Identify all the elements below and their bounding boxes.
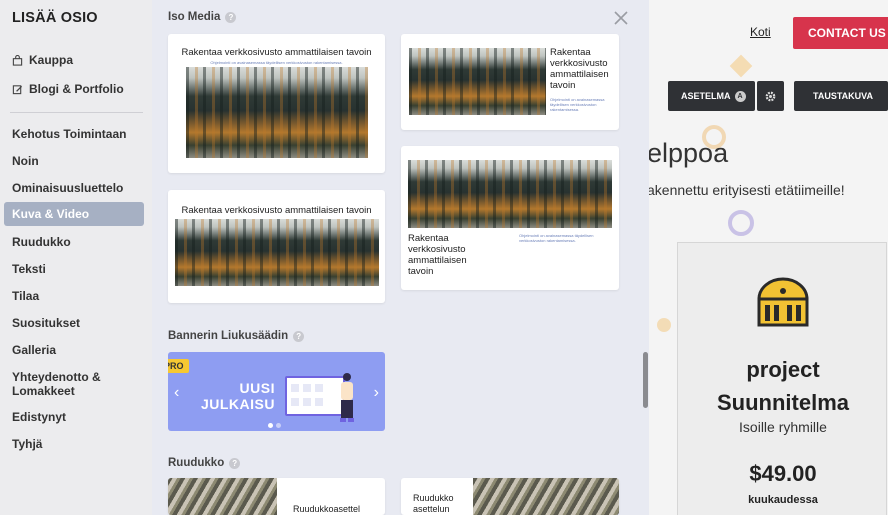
settings-button[interactable]	[757, 81, 784, 111]
sidebar-item-kauppa[interactable]: Kauppa	[12, 53, 73, 67]
grid-image	[168, 478, 277, 515]
template-card-grid-2[interactable]: Ruudukko asettelun	[401, 478, 619, 515]
shopping-bag-icon	[12, 54, 23, 66]
sidebar-item-suositukset[interactable]: Suositukset	[4, 316, 144, 330]
card-subtext: Ohjelmointi on avainasemassa täydellisen…	[550, 97, 605, 112]
slider-dots	[268, 423, 281, 428]
site-preview: Koti CONTACT US ASETELMA A TAUSTAKUVA el…	[649, 0, 888, 515]
sidebar-title: LISÄÄ OSIO	[12, 10, 98, 26]
grid-image	[473, 478, 619, 515]
forest-image	[186, 67, 368, 158]
template-card-media-1[interactable]: Rakentaa verkkosivusto ammattilaisen tav…	[168, 34, 385, 173]
banner-slider-template[interactable]: PRO ‹ UUSI JULKAISU ›	[168, 352, 385, 431]
help-icon[interactable]: ?	[225, 11, 237, 23]
decor-dot	[657, 318, 671, 332]
category-label: Edistynyt	[12, 410, 67, 424]
sidebar-item-ruudukko[interactable]: Ruudukko	[4, 235, 144, 249]
banner-text: UUSI JULKAISU	[200, 380, 275, 412]
section-header-ruudukko: Ruudukko ?	[168, 457, 241, 469]
template-card-media-3[interactable]: Rakentaa verkkosivusto ammattilaisen tav…	[168, 190, 385, 303]
slider-next-icon[interactable]: ›	[374, 384, 379, 402]
sidebar-item-tilaa[interactable]: Tilaa	[4, 289, 144, 303]
sidebar-item-ominaisuusluettelo[interactable]: Ominaisuusluettelo	[4, 181, 144, 195]
add-section-sidebar: LISÄÄ OSIO Kauppa Blogi & Portfolio Keho…	[0, 0, 152, 515]
sidebar-item-label: Kauppa	[29, 53, 74, 67]
category-label: Suositukset	[12, 316, 81, 330]
category-label: Ruudukko	[12, 235, 71, 249]
section-title: Iso Media	[168, 11, 221, 23]
section-header-banner: Bannerin Liukusäädin ?	[168, 330, 305, 342]
card-subtext: Ohjelmointi on avainasemassa täydellisen…	[519, 233, 594, 243]
plan-subtitle: Isoille ryhmille	[739, 419, 827, 435]
pro-badge: PRO	[168, 359, 189, 373]
forest-image	[409, 48, 546, 115]
category-label: Kehotus Toimintaan	[12, 127, 127, 141]
sidebar-item-teksti[interactable]: Teksti	[4, 262, 144, 276]
sidebar-item-blogi[interactable]: Blogi & Portfolio	[12, 82, 124, 96]
section-title: Bannerin Liukusäädin	[168, 330, 289, 342]
card-heading: Rakentaa verkkosivusto ammattilaisen tav…	[181, 47, 372, 58]
decor-diamond	[729, 54, 753, 78]
category-label: Noin	[12, 154, 39, 168]
sidebar-item-noin[interactable]: Noin	[4, 154, 144, 168]
layout-badge: A	[734, 90, 746, 102]
category-label: Tyhjä	[12, 437, 43, 451]
card-subtext: Ohjelmointi on avainasemassa täydellisen…	[210, 60, 343, 65]
building-icon	[757, 277, 809, 327]
layout-button-label: ASETELMA	[681, 91, 731, 101]
category-label: Ominaisuusluettelo	[12, 181, 124, 195]
plan-price: $49.00	[749, 461, 817, 486]
card-heading: Rakentaa verkkosivusto ammattilaisen tav…	[408, 233, 467, 277]
template-card-media-4[interactable]: Rakentaa verkkosivusto ammattilaisen tav…	[401, 146, 619, 290]
help-icon[interactable]: ?	[229, 457, 241, 469]
grid-label: Ruudukkoasettel	[293, 504, 361, 514]
sidebar-item-edistynyt[interactable]: Edistynyt	[4, 410, 144, 424]
forest-image	[175, 219, 379, 286]
sidebar-item-tyhja[interactable]: Tyhjä	[4, 437, 144, 451]
decor-circle	[728, 210, 754, 236]
sidebar-item-galleria[interactable]: Galleria	[4, 343, 144, 357]
hero-headline: elppoa	[649, 138, 729, 168]
person-illustration-icon	[340, 373, 354, 422]
category-label: Yhteydenotto & Lomakkeet	[12, 370, 101, 398]
edit-icon	[12, 84, 23, 94]
slider-prev-icon[interactable]: ‹	[174, 384, 179, 402]
plan-title: project Suunnitelma	[716, 357, 849, 415]
category-label: Tilaa	[12, 289, 40, 303]
template-card-media-2[interactable]: Rakentaa verkkosivusto ammattilaisen tav…	[401, 34, 619, 130]
gear-icon	[765, 91, 776, 101]
card-heading: Rakentaa verkkosivusto ammattilaisen tav…	[181, 205, 372, 216]
contact-us-button[interactable]: CONTACT US	[793, 17, 888, 49]
forest-image	[408, 160, 612, 228]
plan-period: kuukaudessa	[748, 494, 818, 506]
category-label: Galleria	[12, 343, 57, 357]
background-button-label: TAUSTAKUVA	[813, 91, 873, 101]
background-image-button[interactable]: TAUSTAKUVA	[794, 81, 888, 111]
hero-subline: akennettu erityisesti etätiimeille!	[649, 182, 845, 198]
close-icon[interactable]	[613, 10, 629, 26]
category-label: Kuva & Video	[12, 207, 90, 221]
sidebar-item-kehotus[interactable]: Kehotus Toimintaan	[4, 127, 144, 141]
pricing-card: project Suunnitelma Isoille ryhmille $49…	[677, 242, 887, 515]
layout-button[interactable]: ASETELMA A	[668, 81, 755, 111]
template-card-grid-1[interactable]: Ruudukkoasettel	[168, 478, 385, 515]
section-header-iso-media: Iso Media ?	[168, 11, 237, 23]
sidebar-item-kuva-video[interactable]: Kuva & Video	[4, 202, 144, 226]
sidebar-divider	[10, 112, 143, 113]
grid-label: Ruudukko asettelun	[413, 493, 454, 514]
panel-scrollbar[interactable]	[643, 352, 648, 408]
section-templates-panel: Iso Media ? Rakentaa verkkosivusto ammat…	[152, 0, 649, 515]
sidebar-item-label: Blogi & Portfolio	[29, 82, 124, 96]
card-heading: Rakentaa verkkosivusto ammattilaisen tav…	[550, 47, 609, 91]
section-title: Ruudukko	[168, 457, 225, 469]
help-icon[interactable]: ?	[293, 330, 305, 342]
category-label: Teksti	[12, 262, 46, 276]
sidebar-item-yhteydenotto[interactable]: Yhteydenotto & Lomakkeet	[4, 370, 124, 398]
nav-home-link[interactable]: Koti	[750, 25, 771, 39]
